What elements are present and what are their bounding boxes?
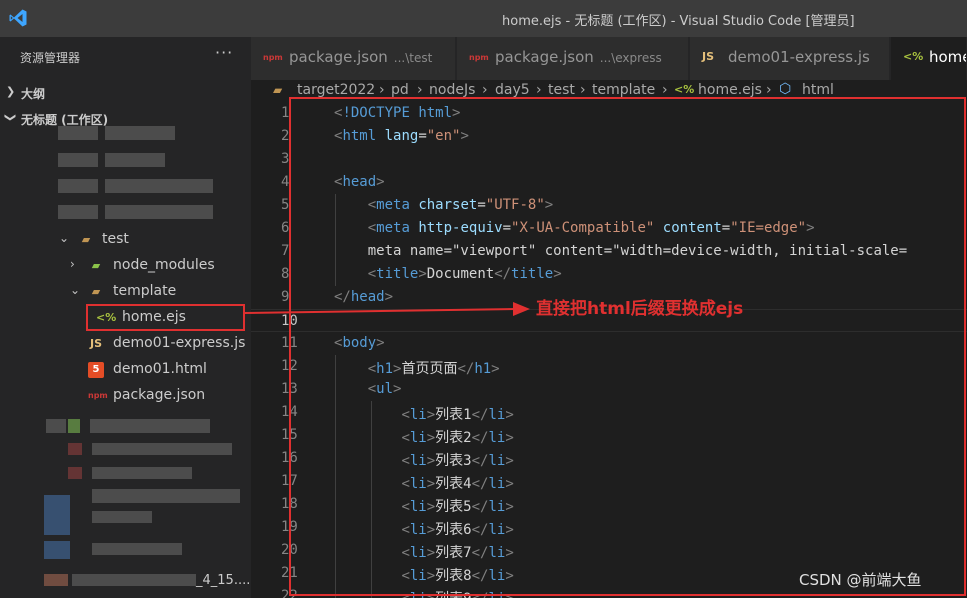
watermark: CSDN @前端大鱼 [799, 571, 922, 589]
annotation-arrow-icon [244, 302, 530, 316]
annotation-text: 直接把html后缀更换成ejs [536, 299, 744, 319]
